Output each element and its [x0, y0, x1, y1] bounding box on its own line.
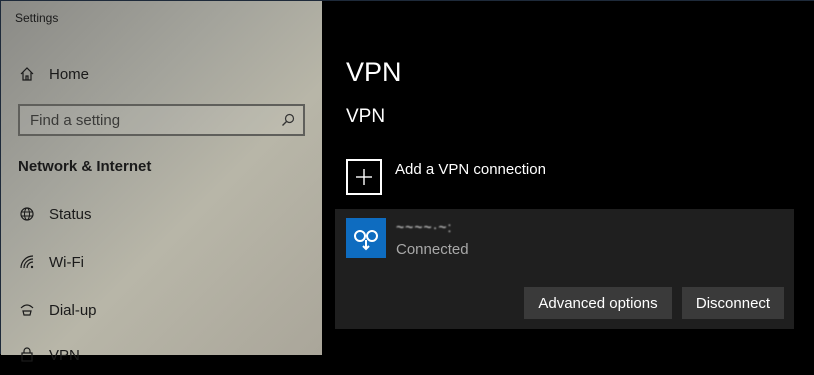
- dialup-icon: [18, 301, 36, 319]
- advanced-options-button[interactable]: Advanced options: [524, 287, 672, 319]
- vpn-connection-status: Connected: [396, 241, 469, 258]
- wifi-icon: [18, 253, 36, 271]
- search-icon[interactable]: [281, 113, 295, 127]
- vpn-connection-card[interactable]: ~~~~·~: Connected Advanced options Disco…: [335, 209, 794, 329]
- search-input[interactable]: [20, 110, 282, 130]
- sidebar-item-wifi[interactable]: Wi-Fi: [1, 242, 322, 282]
- add-vpn-connection-button[interactable]: Add a VPN connection: [346, 159, 546, 195]
- globe-icon: [18, 205, 36, 223]
- nav-home[interactable]: Home: [1, 54, 322, 94]
- sidebar-item-dialup[interactable]: Dial-up: [1, 290, 322, 330]
- nav-home-label: Home: [49, 65, 90, 83]
- sidebar-item-status[interactable]: Status: [1, 194, 322, 234]
- sidebar-item-vpn[interactable]: VPN: [1, 335, 322, 375]
- plus-icon: [346, 159, 382, 195]
- vpn-connection-name: ~~~~·~:: [396, 219, 453, 235]
- sidebar: Settings Home Network & Internet Status: [1, 1, 322, 364]
- section-heading: VPN: [346, 106, 386, 127]
- window-title: Settings: [15, 11, 59, 25]
- page-title: VPN: [346, 57, 402, 87]
- sidebar-item-label: Wi-Fi: [49, 253, 84, 271]
- main-content: VPN VPN Add a VPN connection ~~~~·~: Con…: [322, 1, 814, 355]
- vpn-connection-icon: [346, 218, 386, 258]
- settings-window: Settings Home Network & Internet Status: [0, 0, 814, 364]
- home-icon: [18, 65, 36, 83]
- disconnect-button[interactable]: Disconnect: [682, 287, 784, 319]
- add-vpn-label: Add a VPN connection: [395, 161, 546, 178]
- section-title: Network & Internet: [18, 158, 152, 175]
- vpn-icon: [18, 346, 36, 364]
- sidebar-item-label: Dial-up: [49, 301, 97, 319]
- sidebar-item-label: VPN: [49, 346, 80, 364]
- sidebar-item-label: Status: [49, 205, 92, 223]
- search-box[interactable]: [18, 104, 305, 136]
